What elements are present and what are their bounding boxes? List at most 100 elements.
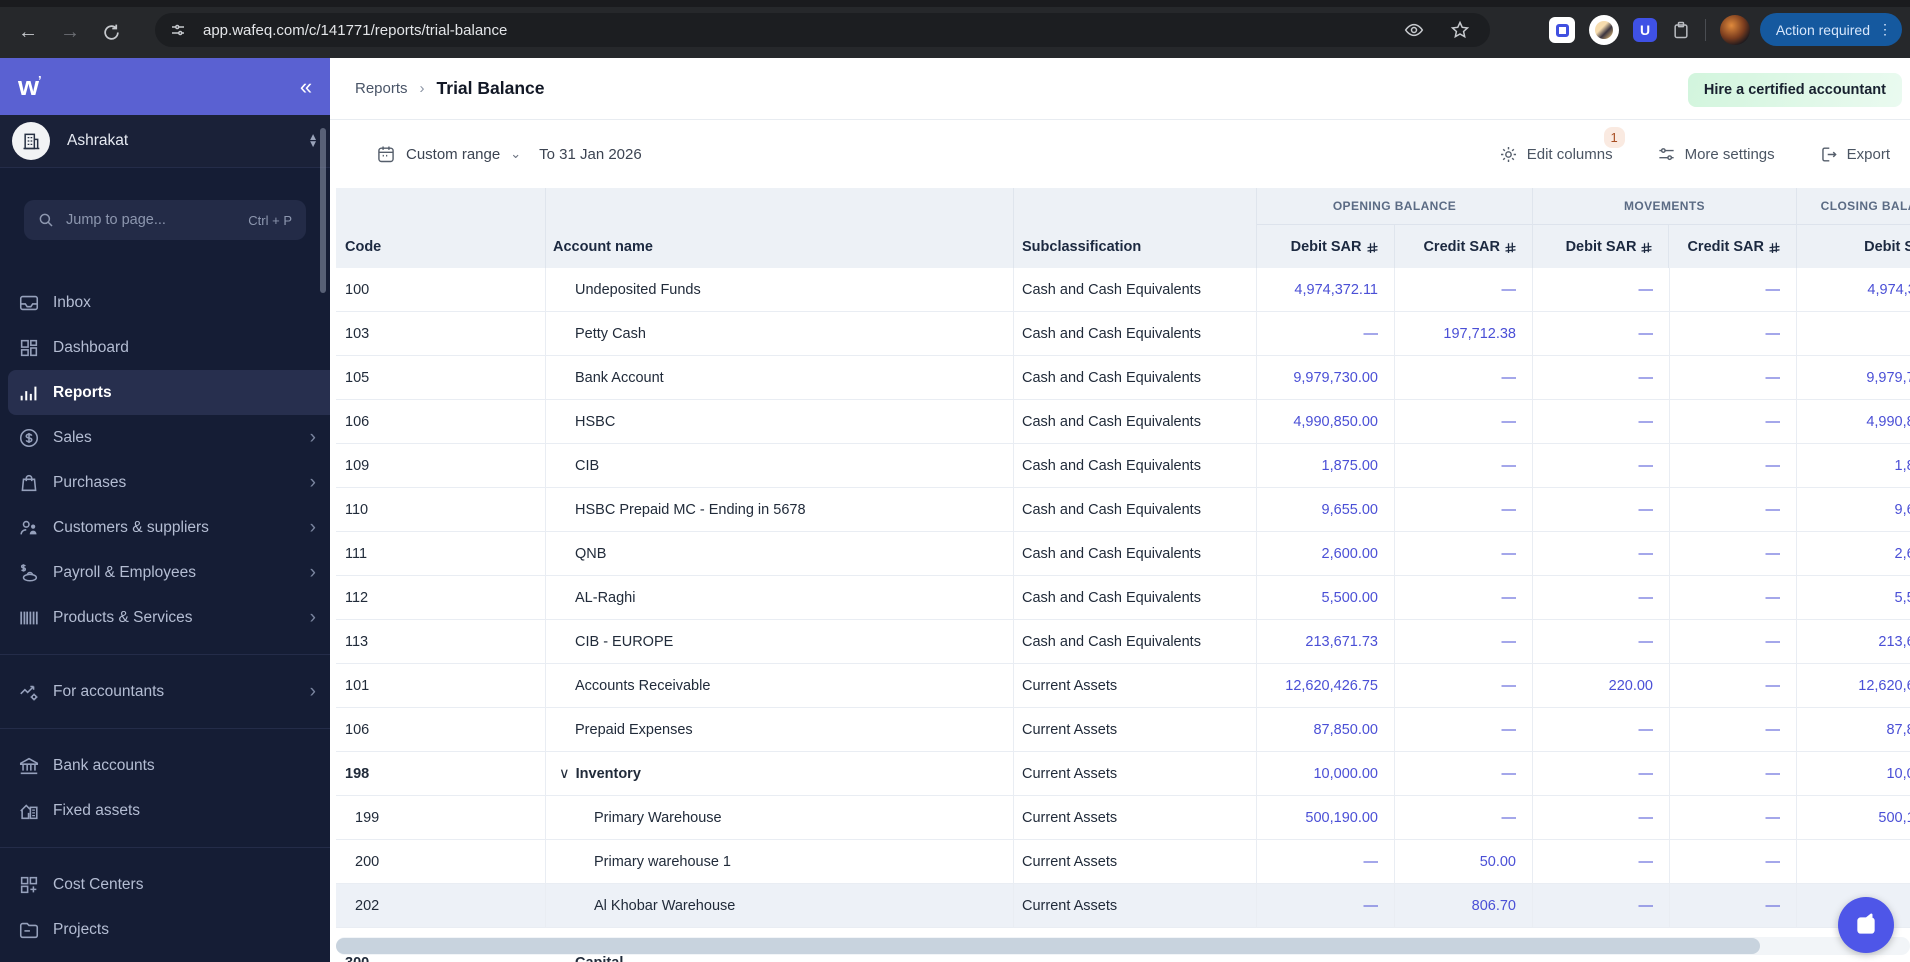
table-row[interactable]: 101 Accounts Receivable Current Assets 12,6… <box>336 664 1910 708</box>
search-shortcut: Ctrl + P <box>248 212 292 228</box>
sidebar-item-reports[interactable]: Reports <box>8 370 330 415</box>
table-row[interactable]: 109 CIB Cash and Cash Equivalents 1,875.00—… <box>336 444 1910 488</box>
table-row[interactable]: 199 Primary Warehouse Current Assets 500,19… <box>336 796 1910 840</box>
column-header-subclassification[interactable]: Subclassification <box>1014 188 1257 268</box>
table-row[interactable]: 106 Prepaid Expenses Current Assets 87,850.… <box>336 708 1910 752</box>
table-row[interactable]: 113 CIB - EUROPE Cash and Cash Equivalents… <box>336 620 1910 664</box>
opening-credit-cell: 197,712.38 <box>1395 312 1533 355</box>
column-header-closing-debit[interactable]: Debit SAR <box>1797 225 1910 268</box>
chevron-down-icon[interactable]: ∨ <box>559 766 570 782</box>
url-text[interactable]: app.wafeq.com/c/141771/reports/trial-bal… <box>203 22 1404 39</box>
company-selector[interactable]: Ashrakat ▲ ▼ <box>0 115 330 168</box>
sidebar-scrollbar[interactable] <box>320 128 326 293</box>
sidebar-item-dashboard[interactable]: Dashboard <box>0 325 330 370</box>
bookmark-star-icon[interactable] <box>1450 20 1470 40</box>
opening-credit-cell: 806.70 <box>1395 884 1533 927</box>
horizontal-scrollbar-thumb[interactable] <box>336 938 1760 954</box>
table-row[interactable]: 200 Primary warehouse 1 Current Assets —50.… <box>336 840 1910 884</box>
movement-debit-cell: 220.00 <box>1533 664 1670 707</box>
hire-accountant-button[interactable]: Hire a certified accountant <box>1687 73 1902 107</box>
account-name-cell: Prepaid Expenses <box>546 708 1014 751</box>
projects-icon <box>18 919 40 941</box>
address-bar[interactable]: app.wafeq.com/c/141771/reports/trial-bal… <box>155 13 1490 47</box>
back-button[interactable]: ← <box>18 21 38 44</box>
table-row[interactable]: 202 Al Khobar Warehouse Current Assets —806… <box>336 884 1910 928</box>
sidebar-item-sales[interactable]: Sales › <box>0 415 330 460</box>
column-header-movement-debit[interactable]: Debit SAR <box>1533 225 1670 268</box>
column-header-opening-credit[interactable]: Credit SAR <box>1395 225 1533 268</box>
edit-columns-button[interactable]: Edit columns 1 <box>1499 126 1625 164</box>
code-cell: 113 <box>336 620 546 663</box>
sidebar-collapse-button[interactable]: « <box>282 58 330 115</box>
column-header-opening-debit[interactable]: Debit SAR <box>1257 225 1395 268</box>
main-content: Reports › Trial Balance Hire a certified… <box>330 58 1910 962</box>
extension-icon-1[interactable] <box>1549 17 1575 43</box>
sidebar-item-cost-centers[interactable]: Cost Centers <box>0 862 330 907</box>
customers-icon <box>18 517 40 539</box>
table-row[interactable]: 198 ∨ Inventory Current Assets 10,000.00— — —1… <box>336 752 1910 796</box>
table-row[interactable]: 111 QNB Cash and Cash Equivalents 2,600.00—… <box>336 532 1910 576</box>
forward-button[interactable]: → <box>60 21 80 44</box>
subclassification-cell: Cash and Cash Equivalents <box>1014 620 1257 663</box>
reading-mode-icon[interactable] <box>1404 20 1424 40</box>
table-row[interactable]: 106 HSBC Cash and Cash Equivalents 4,990,85… <box>336 400 1910 444</box>
jump-to-page-input[interactable]: Jump to page... Ctrl + P <box>24 200 306 240</box>
breadcrumb-reports-link[interactable]: Reports <box>355 80 408 97</box>
extensions-puzzle-icon[interactable] <box>1671 20 1691 40</box>
company-avatar <box>12 122 50 160</box>
sidebar-item-purchases[interactable]: Purchases › <box>0 460 330 505</box>
movement-credit-cell: — <box>1670 400 1797 443</box>
export-button[interactable]: Export <box>1819 145 1890 164</box>
account-name-cell: Al Khobar Warehouse <box>546 884 1014 927</box>
more-settings-button[interactable]: More settings <box>1657 145 1775 164</box>
movement-debit-cell: — <box>1533 356 1670 399</box>
opening-credit-cell: — <box>1395 444 1533 487</box>
sidebar-item-projects[interactable]: Projects <box>0 907 330 952</box>
sidebar-item-inbox[interactable]: Inbox <box>0 280 330 325</box>
table-row[interactable]: 110 HSBC Prepaid MC - Ending in 5678 Cash … <box>336 488 1910 532</box>
movement-debit-cell: — <box>1533 840 1670 883</box>
table-row[interactable]: 112 AL-Raghi Cash and Cash Equivalents 5,50… <box>336 576 1910 620</box>
movement-debit-cell: — <box>1533 400 1670 443</box>
movement-debit-cell: — <box>1533 576 1670 619</box>
chat-widget-button[interactable] <box>1838 897 1894 953</box>
chevron-right-icon: › <box>309 516 316 538</box>
browser-menu-icon[interactable]: ⋮ <box>1878 21 1892 38</box>
subclassification-cell: Current Assets <box>1014 884 1257 927</box>
table-row[interactable]: 105 Bank Account Cash and Cash Equivalents… <box>336 356 1910 400</box>
sidebar-item-products-services[interactable]: Products & Services › <box>0 595 330 640</box>
sidebar-item-fixed-assets[interactable]: Fixed assets <box>0 788 330 833</box>
sidebar-divider <box>0 654 330 655</box>
search-placeholder: Jump to page... <box>66 212 166 228</box>
opening-debit-cell: 5,500.00 <box>1257 576 1395 619</box>
sidebar-item-bank-accounts[interactable]: Bank accounts <box>0 743 330 788</box>
movement-debit-cell: — <box>1533 620 1670 663</box>
movement-credit-cell: — <box>1670 532 1797 575</box>
chevron-right-icon: › <box>309 680 316 702</box>
extension-icon-3[interactable]: U <box>1633 18 1657 42</box>
date-range-filter[interactable]: Custom range ⌄ To 31 Jan 2026 <box>376 144 642 164</box>
action-required-button[interactable]: Action required ⋮ <box>1759 13 1902 46</box>
horizontal-scrollbar-track[interactable] <box>336 937 1910 955</box>
site-info-icon[interactable] <box>169 21 187 39</box>
closing-debit-cell: 2,600.00 <box>1894 545 1910 562</box>
riyal-symbol-icon <box>1366 242 1378 253</box>
column-header-account-name[interactable]: Account name <box>546 188 1014 268</box>
column-header-movement-credit[interactable]: Credit SAR <box>1669 225 1796 268</box>
table-row[interactable]: 103 Petty Cash Cash and Cash Equivalents —1… <box>336 312 1910 356</box>
code-cell: 109 <box>336 444 546 487</box>
sidebar-item-for-accountants[interactable]: For accountants › <box>0 669 330 714</box>
movement-credit-cell: — <box>1670 488 1797 531</box>
reload-button[interactable] <box>102 23 121 42</box>
code-cell: 103 <box>336 312 546 355</box>
opening-debit-cell: 500,190.00 <box>1257 796 1395 839</box>
code-cell: 112 <box>336 576 546 619</box>
sidebar-item-customers-suppliers[interactable]: Customers & suppliers › <box>0 505 330 550</box>
fixed-assets-icon <box>18 800 40 822</box>
riyal-symbol-icon <box>1769 242 1780 253</box>
column-header-code[interactable]: Code <box>336 188 546 268</box>
profile-avatar[interactable] <box>1720 15 1750 45</box>
table-row[interactable]: 100 Undeposited Funds Cash and Cash Equiva… <box>336 268 1910 312</box>
extension-icon-2[interactable] <box>1589 15 1619 45</box>
sidebar-item-payroll-employees[interactable]: Payroll & Employees › <box>0 550 330 595</box>
